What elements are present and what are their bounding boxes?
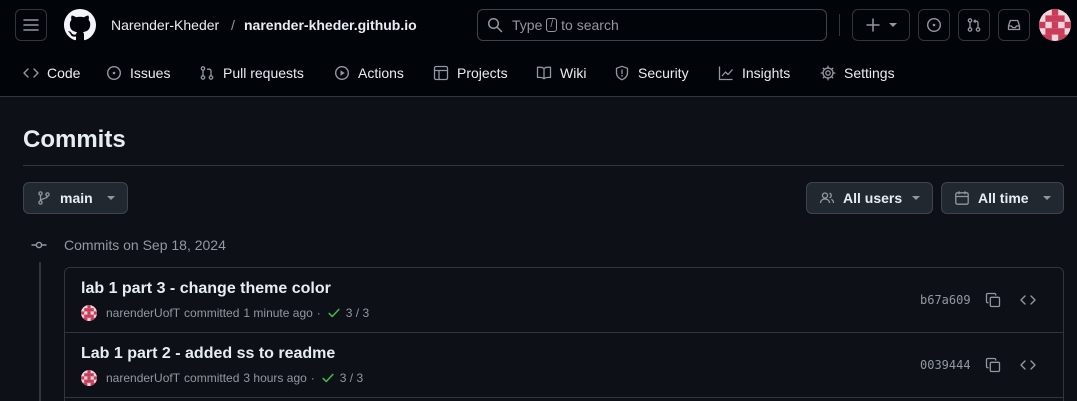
tab-issues[interactable]: Issues bbox=[106, 62, 170, 84]
tab-issues-label: Issues bbox=[130, 65, 171, 81]
commit-author-link[interactable]: narenderUofT bbox=[106, 306, 180, 320]
chevron-down-icon bbox=[107, 196, 115, 200]
code-icon[interactable] bbox=[1020, 292, 1036, 308]
global-header: Narender-Kheder / narender-kheder.github… bbox=[0, 0, 1077, 97]
check-icon[interactable] bbox=[327, 306, 341, 320]
hamburger-icon bbox=[23, 19, 39, 31]
code-icon bbox=[23, 68, 39, 78]
breadcrumb-separator: / bbox=[231, 17, 235, 33]
shield-icon bbox=[615, 65, 629, 81]
chevron-down-icon bbox=[1043, 196, 1051, 200]
tab-projects[interactable]: Projects bbox=[433, 62, 508, 84]
branch-selector-button[interactable]: main bbox=[23, 182, 128, 214]
identicon-avatar-icon bbox=[81, 305, 97, 321]
search-input[interactable]: Type / to search bbox=[477, 9, 827, 41]
search-placeholder-prefix: Type bbox=[512, 17, 543, 33]
search-icon bbox=[487, 17, 503, 33]
chevron-down-icon bbox=[912, 196, 920, 200]
commit-time: 1 minute ago bbox=[243, 306, 313, 320]
author-avatar[interactable] bbox=[81, 305, 97, 321]
checks-count[interactable]: 3 / 3 bbox=[340, 371, 363, 385]
pull-requests-button[interactable] bbox=[958, 9, 990, 41]
git-commit-icon bbox=[31, 241, 47, 249]
commit-sha-link[interactable]: b67a609 bbox=[920, 291, 971, 309]
copy-icon[interactable] bbox=[985, 292, 1001, 308]
tab-wiki[interactable]: Wiki bbox=[536, 62, 586, 84]
tab-settings[interactable]: Settings bbox=[820, 62, 895, 84]
chevron-down-icon bbox=[889, 23, 897, 27]
code-icon[interactable] bbox=[1020, 357, 1036, 373]
meta-separator: · bbox=[316, 306, 321, 320]
timeline-line bbox=[39, 262, 41, 401]
tab-code-label: Code bbox=[47, 65, 81, 81]
git-pull-request-icon bbox=[967, 18, 981, 32]
commit-meta: narenderUofT committed 3 hours ago · 3 /… bbox=[81, 370, 363, 386]
checks-count[interactable]: 3 / 3 bbox=[346, 306, 369, 320]
copy-icon[interactable] bbox=[985, 357, 1001, 373]
tab-pull-requests-label: Pull requests bbox=[223, 65, 304, 81]
identicon-avatar-icon bbox=[81, 370, 97, 386]
commit-time: 3 hours ago bbox=[243, 371, 307, 385]
commit-group-date: Commits on Sep 18, 2024 bbox=[64, 237, 226, 253]
search-placeholder-suffix: to search bbox=[561, 17, 619, 33]
users-filter-label: All users bbox=[843, 190, 903, 206]
commit-action-text: committed bbox=[184, 306, 240, 320]
tab-insights[interactable]: Insights bbox=[718, 62, 790, 84]
plus-icon bbox=[866, 18, 880, 32]
table-icon bbox=[433, 65, 449, 81]
commit-row: Lab 1 part 2 - added ss to readme narend… bbox=[65, 333, 1063, 398]
breadcrumb-repo[interactable]: narender-kheder.github.io bbox=[244, 16, 417, 34]
tab-code[interactable]: Code bbox=[23, 62, 80, 84]
git-branch-icon bbox=[38, 191, 50, 205]
create-new-button[interactable] bbox=[852, 9, 910, 41]
title-divider bbox=[23, 165, 1064, 166]
tab-security-label: Security bbox=[638, 65, 689, 81]
commit-list: lab 1 part 3 - change theme color narend… bbox=[64, 267, 1064, 401]
calendar-icon bbox=[955, 191, 969, 205]
tab-projects-label: Projects bbox=[457, 65, 508, 81]
check-icon[interactable] bbox=[321, 371, 335, 385]
author-avatar[interactable] bbox=[81, 370, 97, 386]
issues-button[interactable] bbox=[918, 9, 950, 41]
tab-settings-label: Settings bbox=[844, 65, 895, 81]
tab-insights-label: Insights bbox=[742, 65, 791, 81]
commit-action-text: committed bbox=[184, 371, 240, 385]
commit-author-link[interactable]: narenderUofT bbox=[106, 371, 180, 385]
gear-icon bbox=[820, 65, 836, 81]
commit-message-link[interactable]: Lab 1 part 2 - added ss to readme bbox=[81, 344, 335, 364]
book-icon bbox=[536, 66, 552, 80]
tab-pull-requests[interactable]: Pull requests bbox=[199, 62, 304, 84]
commit-sha-link[interactable]: 0039444 bbox=[920, 356, 971, 374]
issue-opened-icon bbox=[106, 65, 122, 81]
graph-icon bbox=[718, 66, 733, 81]
branch-selector-label: main bbox=[60, 190, 93, 206]
github-logo-icon[interactable] bbox=[64, 9, 96, 41]
meta-separator: · bbox=[310, 371, 315, 385]
people-icon bbox=[819, 192, 835, 204]
commit-message-link[interactable]: lab 1 part 3 - change theme color bbox=[81, 279, 331, 299]
inbox-icon bbox=[1007, 19, 1021, 31]
identicon-avatar-icon bbox=[1039, 9, 1071, 41]
commit-meta: narenderUofT committed 1 minute ago · 3 … bbox=[81, 305, 369, 321]
inbox-button[interactable] bbox=[998, 9, 1030, 41]
commit-row: lab 1 part 3 - change theme color narend… bbox=[65, 268, 1063, 333]
user-avatar[interactable] bbox=[1039, 9, 1071, 41]
tab-actions-label: Actions bbox=[358, 65, 404, 81]
time-filter-label: All time bbox=[978, 190, 1029, 206]
search-placeholder: Type / to search bbox=[512, 17, 619, 33]
time-filter-button[interactable]: All time bbox=[941, 182, 1064, 214]
tab-wiki-label: Wiki bbox=[560, 65, 587, 81]
breadcrumb-owner[interactable]: Narender-Kheder bbox=[111, 16, 219, 34]
users-filter-button[interactable]: All users bbox=[806, 182, 933, 214]
issue-opened-icon bbox=[926, 17, 942, 33]
page-title: Commits bbox=[23, 126, 126, 153]
tab-actions[interactable]: Actions bbox=[334, 62, 404, 84]
git-pull-request-icon bbox=[200, 66, 214, 80]
tab-security[interactable]: Security bbox=[614, 62, 689, 84]
menu-button[interactable] bbox=[15, 9, 47, 41]
search-shortcut-key: / bbox=[546, 18, 558, 32]
play-icon bbox=[334, 65, 350, 81]
header-divider bbox=[839, 14, 840, 36]
